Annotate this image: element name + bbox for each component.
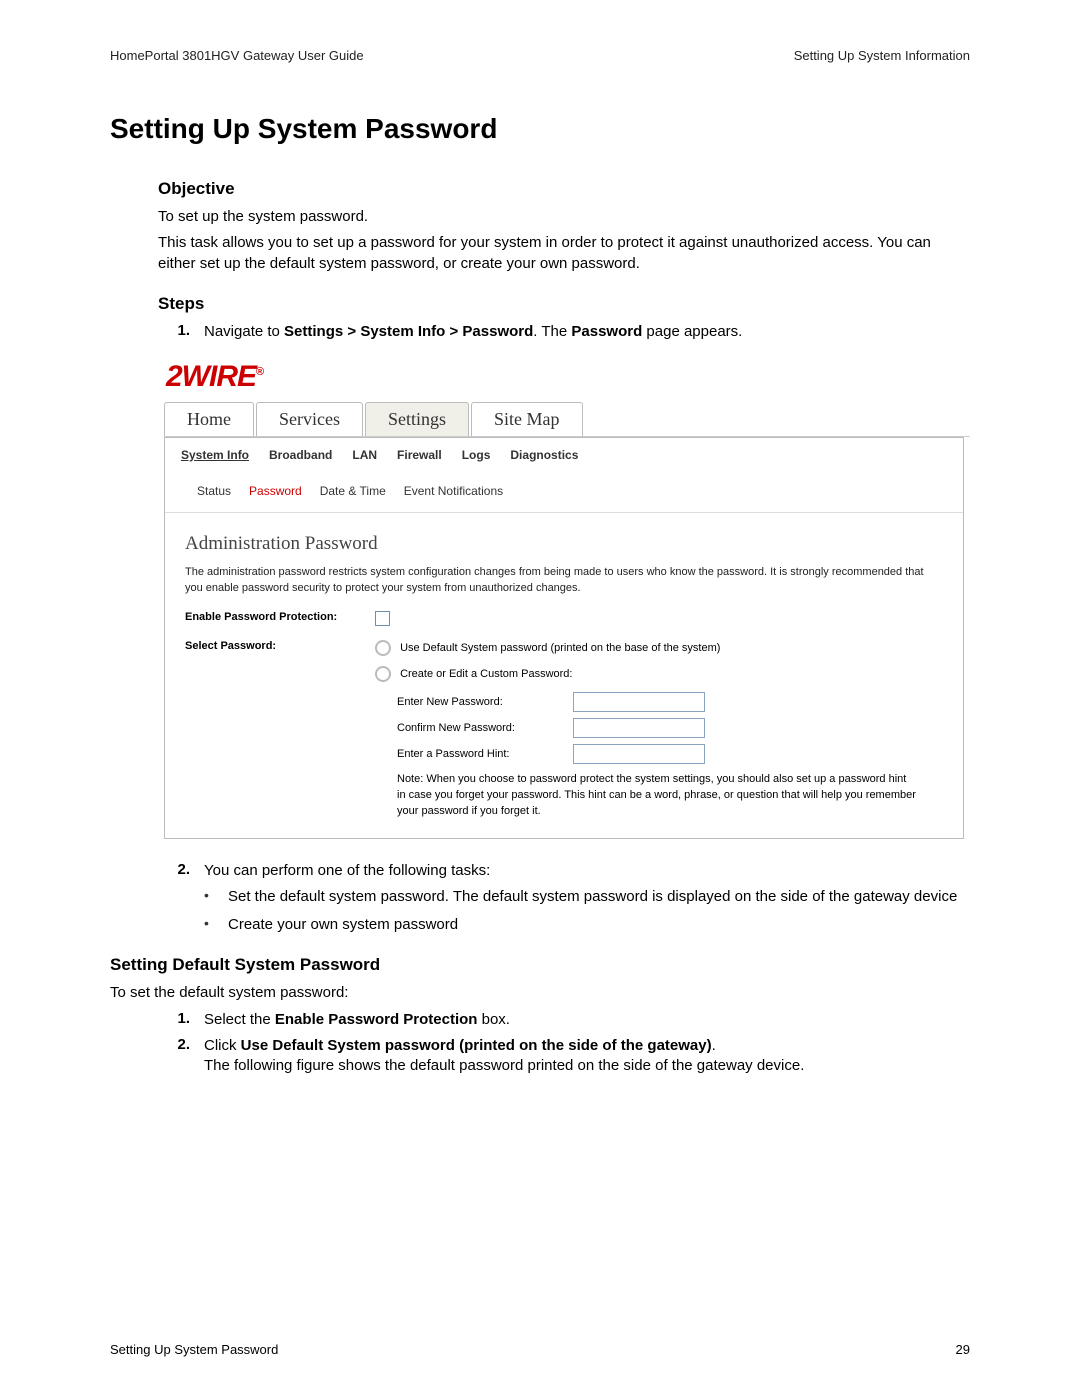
tab-settings[interactable]: Settings: [365, 402, 469, 436]
tab-services[interactable]: Services: [256, 402, 363, 436]
radio-custom-password-row: Create or Edit a Custom Password:: [375, 666, 943, 682]
default-password-heading: Setting Default System Password: [110, 955, 970, 975]
new-password-label: Enter New Password:: [397, 696, 573, 708]
footer-page-number: 29: [956, 1342, 970, 1357]
enable-password-checkbox[interactable]: [375, 611, 390, 626]
step-text: You can perform one of the following tas…: [204, 861, 970, 881]
subtab-broadband[interactable]: Broadband: [269, 448, 332, 462]
password-hint-input[interactable]: [573, 744, 705, 764]
select-password-label: Select Password:: [185, 640, 375, 652]
radio-default-password-label: Use Default System password (printed on …: [400, 642, 720, 654]
subtab-lan[interactable]: LAN: [352, 448, 377, 462]
tert-eventnotif[interactable]: Event Notifications: [404, 484, 503, 498]
bullet-icon: •: [204, 887, 228, 907]
page-title: Setting Up System Password: [110, 113, 970, 145]
confirm-password-label: Confirm New Password:: [397, 722, 573, 734]
radio-default-password-row: Use Default System password (printed on …: [375, 640, 943, 656]
tab-home[interactable]: Home: [164, 402, 254, 436]
admin-heading: Administration Password: [185, 533, 943, 555]
step-number: 2.: [158, 861, 204, 881]
tert-status[interactable]: Status: [197, 484, 231, 498]
bullet-text: Create your own system password: [228, 915, 970, 935]
admin-password-section: Administration Password The administrati…: [165, 513, 963, 838]
confirm-password-input[interactable]: [573, 718, 705, 738]
password-hint-label: Enter a Password Hint:: [397, 748, 573, 760]
sub-tabs: System Info Broadband LAN Firewall Logs …: [165, 438, 963, 474]
step-number: 1.: [158, 322, 204, 342]
2wire-logo: 2WIRE®: [158, 356, 970, 402]
subtab-diagnostics[interactable]: Diagnostics: [510, 448, 578, 462]
admin-description: The administration password restricts sy…: [185, 565, 943, 597]
subtab-logs[interactable]: Logs: [462, 448, 491, 462]
radio-default-password[interactable]: [375, 640, 391, 656]
footer-left: Setting Up System Password: [110, 1342, 278, 1357]
step-1: 1. Navigate to Settings > System Info > …: [158, 322, 970, 342]
step-number: 1.: [158, 1010, 204, 1030]
step-text: Click Use Default System password (print…: [204, 1036, 970, 1077]
router-ui-screenshot: 2WIRE® Home Services Settings Site Map S…: [158, 356, 970, 839]
enable-password-label: Enable Password Protection:: [185, 611, 375, 623]
radio-custom-password[interactable]: [375, 666, 391, 682]
objective-text-1: To set up the system password.: [158, 207, 970, 227]
tertiary-tabs: Status Password Date & Time Event Notifi…: [165, 474, 963, 513]
bullet-icon: •: [204, 915, 228, 935]
default-step-2: 2. Click Use Default System password (pr…: [158, 1036, 970, 1077]
objective-text-2: This task allows you to set up a passwor…: [158, 233, 970, 274]
running-head-left: HomePortal 3801HGV Gateway User Guide: [110, 48, 364, 63]
bullet-item: • Set the default system password. The d…: [204, 887, 970, 907]
step-number: 2.: [158, 1036, 204, 1077]
bullet-text: Set the default system password. The def…: [228, 887, 970, 907]
default-step-1: 1. Select the Enable Password Protection…: [158, 1010, 970, 1030]
tab-sitemap[interactable]: Site Map: [471, 402, 583, 436]
radio-custom-password-label: Create or Edit a Custom Password:: [400, 668, 572, 680]
bullet-item: • Create your own system password: [204, 915, 970, 935]
new-password-input[interactable]: [573, 692, 705, 712]
default-password-intro: To set the default system password:: [110, 983, 970, 1003]
step-text: Navigate to Settings > System Info > Pas…: [204, 322, 970, 342]
tert-password[interactable]: Password: [249, 484, 302, 498]
tert-datetime[interactable]: Date & Time: [320, 484, 386, 498]
subtab-firewall[interactable]: Firewall: [397, 448, 442, 462]
objective-heading: Objective: [158, 179, 970, 199]
step-2: 2. You can perform one of the following …: [158, 861, 970, 881]
step-text: Select the Enable Password Protection bo…: [204, 1010, 970, 1030]
main-tabs: Home Services Settings Site Map: [164, 402, 970, 437]
subtab-systeminfo[interactable]: System Info: [181, 448, 249, 462]
password-note: Note: When you choose to password protec…: [397, 772, 917, 820]
steps-heading: Steps: [158, 294, 970, 314]
settings-panel: System Info Broadband LAN Firewall Logs …: [164, 437, 964, 839]
running-head-right: Setting Up System Information: [794, 48, 970, 63]
